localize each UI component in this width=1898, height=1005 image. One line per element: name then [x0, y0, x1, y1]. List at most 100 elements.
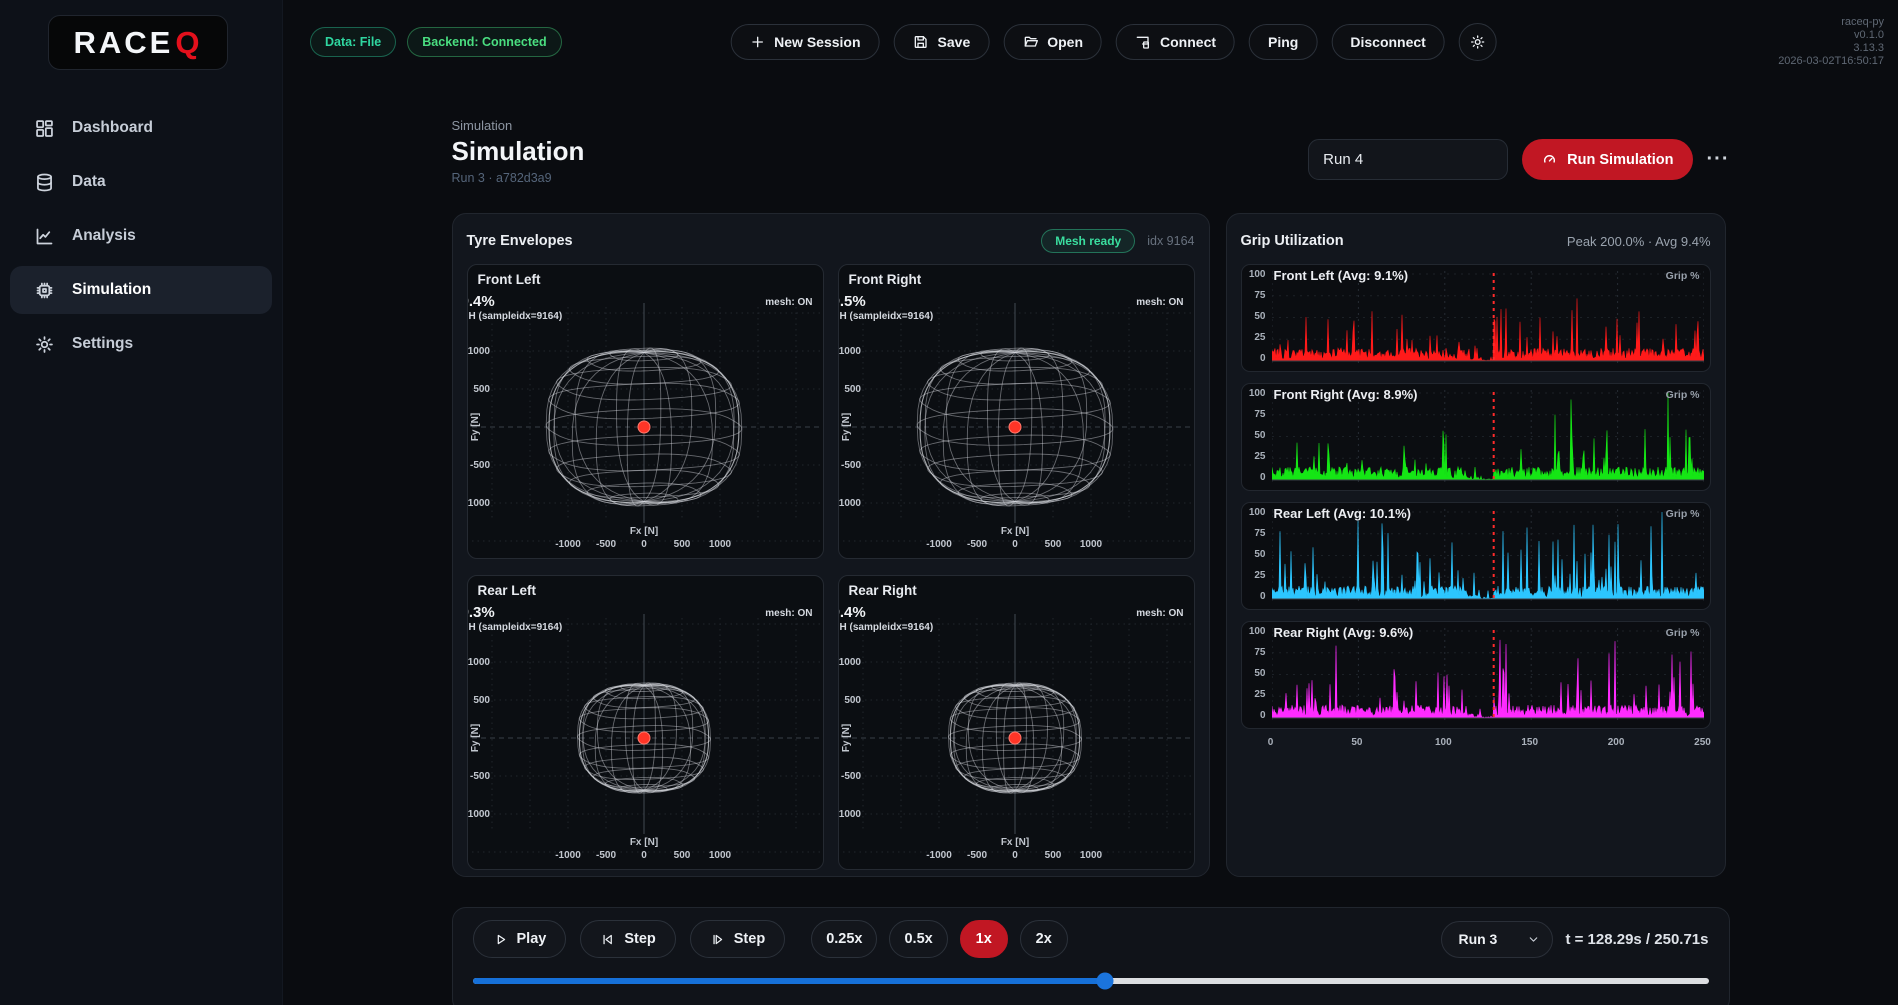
theme-toggle-button[interactable] [1459, 23, 1497, 61]
grip-summary: Peak 200.0% · Avg 9.4% [1567, 234, 1711, 249]
sidebar-item-data[interactable]: Data [10, 158, 272, 206]
sidebar-item-settings[interactable]: Settings [10, 320, 272, 368]
tyre-envelope-grid: Front Left9.4%H (sampleidx=9164)mesh: ON… [467, 264, 1195, 870]
sidebar-item-label: Analysis [72, 227, 136, 245]
grip-y-tick: 100 [1242, 626, 1266, 637]
grip-x-tick: 0 [1268, 737, 1274, 748]
topbar-buttons: New Session Save Open Connect Ping Disconnect [730, 23, 1497, 61]
grip-panel-title: Grip Utilization [1241, 233, 1344, 249]
sidebar-item-dashboard[interactable]: Dashboard [10, 104, 272, 152]
sample-annotation: H (sampleidx=9164) [838, 622, 934, 633]
run-simulation-button[interactable]: Run Simulation [1522, 139, 1692, 180]
version-line: 3.13.3 [1778, 42, 1884, 55]
svg-text:1000: 1000 [468, 657, 490, 668]
connect-icon [1135, 34, 1151, 50]
svg-text:-1000: -1000 [468, 809, 490, 820]
page-header: Simulation Simulation Run 3 · a782d3a9 R… [452, 118, 1730, 185]
connect-button[interactable]: Connect [1116, 24, 1235, 60]
grip-chart-front-left: Front Left (Avg: 9.1%)Grip %1007550250 [1241, 264, 1711, 372]
sidebar-item-analysis[interactable]: Analysis [10, 212, 272, 260]
svg-text:Fx [N]: Fx [N] [629, 526, 657, 537]
disconnect-button[interactable]: Disconnect [1331, 24, 1444, 60]
database-icon [34, 172, 55, 193]
step-back-label: Step [624, 931, 655, 947]
open-button[interactable]: Open [1003, 24, 1102, 60]
plus-icon [749, 34, 765, 50]
speed-button-0.25x[interactable]: 0.25x [811, 920, 877, 958]
grip-x-tick: 50 [1351, 737, 1362, 748]
transport-bar: Play Step Step 0.25x0.5x1x2x Run 3 t = [452, 907, 1730, 1005]
grip-unit-label: Grip % [1666, 270, 1700, 282]
button-label: New Session [774, 34, 860, 50]
logo-text-race: RACE [74, 25, 174, 61]
grip-chart-stack: Front Left (Avg: 9.1%)Grip %1007550250Fr… [1241, 264, 1711, 729]
more-menu-button[interactable]: ··· [1707, 148, 1730, 171]
envelope-annotation: 9.3%H (sampleidx=9164) [467, 604, 563, 633]
tyre-envelope-front-right: Front Right9.5%H (sampleidx=9164)mesh: O… [838, 264, 1195, 559]
version-info: raceq-pyv0.1.03.13.32026-03-02T16:50:17 [1778, 16, 1884, 68]
grip-y-tick: 75 [1242, 528, 1266, 539]
speed-button-0.5x[interactable]: 0.5x [889, 920, 947, 958]
grip-chart-plot [1272, 509, 1704, 601]
button-label: Disconnect [1350, 34, 1425, 50]
grip-chart-plot [1272, 628, 1704, 720]
svg-text:500: 500 [1044, 850, 1061, 861]
grip-unit-label: Grip % [1666, 508, 1700, 520]
grip-y-tick: 100 [1242, 507, 1266, 518]
speed-buttons: 0.25x 0.5x 1x 2x [811, 920, 1068, 958]
button-label: Ping [1268, 34, 1298, 50]
sidebar-item-simulation[interactable]: Simulation [10, 266, 272, 314]
save-button[interactable]: Save [894, 24, 990, 60]
ping-button[interactable]: Ping [1249, 24, 1317, 60]
sidebar-item-label: Settings [72, 335, 133, 353]
grip-chart-title: Rear Left (Avg: 10.1%) [1274, 506, 1412, 521]
speed-button-2x[interactable]: 2x [1020, 920, 1068, 958]
play-icon [493, 932, 508, 947]
grip-chart-front-right: Front Right (Avg: 8.9%)Grip %1007550250 [1241, 383, 1711, 491]
run-name-input[interactable] [1308, 139, 1508, 180]
step-forward-label: Step [734, 931, 765, 947]
step-back-button[interactable]: Step [580, 920, 675, 958]
sidebar: RACE Q DashboardDataAnalysisSimulationSe… [0, 0, 283, 1005]
play-button[interactable]: Play [473, 920, 567, 958]
sidebar-item-label: Dashboard [72, 119, 153, 137]
svg-text:-500: -500 [966, 850, 986, 861]
mesh-ready-badge: Mesh ready [1041, 229, 1135, 253]
tyre-envelope-front-left: Front Left9.4%H (sampleidx=9164)mesh: ON… [467, 264, 824, 559]
grip-utilization-panel: Grip Utilization Peak 200.0% · Avg 9.4% … [1226, 213, 1726, 877]
tyre-envelope-rear-left: Rear Left9.3%H (sampleidx=9164)mesh: ON-… [467, 575, 824, 870]
envelope-title: Rear Right [849, 583, 917, 598]
grip-percent-annotation: 9.4% [467, 293, 563, 310]
sun-icon [1470, 34, 1486, 50]
envelope-annotation: 9.4%H (sampleidx=9164) [838, 604, 934, 633]
envelope-title: Front Right [849, 272, 922, 287]
grip-x-tick: 100 [1435, 737, 1452, 748]
svg-text:1000: 1000 [708, 539, 731, 550]
svg-text:500: 500 [1044, 539, 1061, 550]
grip-y-tick: 50 [1242, 430, 1266, 441]
grip-percent-annotation: 9.3% [467, 604, 563, 621]
slider-thumb[interactable] [1097, 973, 1114, 990]
grip-percent-annotation: 9.5% [838, 293, 934, 310]
svg-text:-500: -500 [469, 460, 489, 471]
step-back-icon [600, 932, 615, 947]
tyre-envelope-plot: -1000-500050010001000500-500-1000Fx [N]F… [468, 602, 824, 870]
gear-icon [34, 334, 55, 355]
svg-text:Fy [N]: Fy [N] [470, 724, 481, 752]
grip-chart-title: Front Left (Avg: 9.1%) [1274, 268, 1409, 283]
step-forward-button[interactable]: Step [690, 920, 785, 958]
new-session-button[interactable]: New Session [730, 24, 879, 60]
speed-button-1x[interactable]: 1x [960, 920, 1008, 958]
sidebar-item-label: Data [72, 173, 106, 191]
mesh-on-flag: mesh: ON [1136, 608, 1183, 619]
page-title: Simulation [452, 136, 585, 167]
grip-y-tick: 0 [1242, 710, 1266, 721]
run-select[interactable]: Run 3 [1441, 921, 1553, 958]
sample-annotation: H (sampleidx=9164) [467, 311, 563, 322]
grip-y-tick: 50 [1242, 549, 1266, 560]
timeline-slider[interactable] [473, 972, 1709, 990]
svg-text:500: 500 [844, 695, 861, 706]
envelope-title: Front Left [478, 272, 541, 287]
folder-open-icon [1022, 34, 1038, 50]
grip-y-tick: 25 [1242, 451, 1266, 462]
